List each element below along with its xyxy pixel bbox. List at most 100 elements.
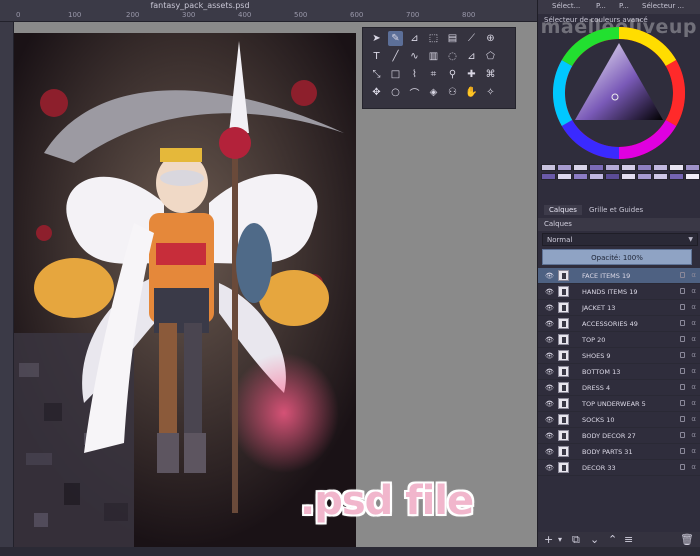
eye-icon[interactable]: 👁	[545, 272, 554, 280]
layer-row[interactable]: 👁 DRESS 4 α	[538, 380, 700, 396]
eye-icon[interactable]: 👁	[545, 368, 554, 376]
contiguous-select-icon[interactable]: ⊕	[483, 31, 498, 46]
lock-icon[interactable]	[680, 288, 685, 294]
chevron-down-icon[interactable]: ▾	[558, 535, 562, 544]
eye-icon[interactable]: 👁	[545, 352, 554, 360]
canvas-area[interactable]: fantasy_pack_assets.psd 0 100 200 300 40…	[0, 0, 537, 547]
layer-row[interactable]: 👁 SOCKS 10 α	[538, 412, 700, 428]
layer-thumbnail	[558, 350, 569, 361]
alpha-lock-icon[interactable]: α	[691, 399, 696, 407]
color-picker-icon[interactable]: ⊿	[464, 49, 479, 64]
alpha-lock-icon[interactable]: α	[691, 319, 696, 327]
gradient-icon[interactable]: ▥	[426, 49, 441, 64]
layer-row[interactable]: 👁 BODY DECOR 27 α	[538, 428, 700, 444]
freehand-select-icon[interactable]: ⌘	[483, 67, 498, 82]
layer-row[interactable]: 👁 BODY PARTS 31 α	[538, 444, 700, 460]
add-layer-icon[interactable]: +	[544, 533, 553, 546]
alpha-lock-icon[interactable]: α	[691, 335, 696, 343]
eye-icon[interactable]: 👁	[545, 464, 554, 472]
tab-grid-guides[interactable]: Grille et Guides	[584, 205, 648, 215]
eye-icon[interactable]: 👁	[545, 400, 554, 408]
pan-tool-icon[interactable]: ✋	[464, 85, 479, 100]
lock-icon[interactable]	[680, 320, 685, 326]
eye-icon[interactable]: 👁	[545, 448, 554, 456]
color-wheel[interactable]	[552, 26, 686, 160]
measure-icon[interactable]: ⚲	[445, 67, 460, 82]
eye-icon[interactable]: 👁	[545, 384, 554, 392]
alpha-lock-icon[interactable]: α	[691, 287, 696, 295]
alpha-lock-icon[interactable]: α	[691, 463, 696, 471]
fill-icon[interactable]: ▤	[445, 31, 460, 46]
assistant-icon[interactable]: ✚	[464, 67, 479, 82]
layer-row[interactable]: 👁 TOP 20 α	[538, 332, 700, 348]
lock-icon[interactable]	[680, 384, 685, 390]
eye-icon[interactable]: 👁	[545, 288, 554, 296]
alpha-lock-icon[interactable]: α	[691, 431, 696, 439]
select-arrow-icon[interactable]: ➤	[369, 31, 384, 46]
rect-select-icon[interactable]: ⬚	[426, 31, 441, 46]
move-layer-down-icon[interactable]: ⌄	[590, 533, 599, 546]
alpha-lock-icon[interactable]: α	[691, 447, 696, 455]
lock-icon[interactable]	[680, 368, 685, 374]
text-tool-icon[interactable]: T	[369, 49, 384, 64]
bezier-icon[interactable]: ⌇	[407, 67, 422, 82]
lock-icon[interactable]	[680, 352, 685, 358]
blend-mode-select[interactable]: Normal ▼	[542, 233, 698, 246]
polyline-icon[interactable]: ⌒	[407, 85, 422, 100]
line-tool-icon[interactable]: ╱	[388, 49, 403, 64]
color-history-swatches[interactable]	[541, 164, 700, 188]
alpha-lock-icon[interactable]: α	[691, 351, 696, 359]
layer-row[interactable]: 👁 ACCESSORIES 49 α	[538, 316, 700, 332]
calligraphy-icon[interactable]: ∿	[407, 49, 422, 64]
layer-row[interactable]: 👁 HANDS ITEMS 19 α	[538, 284, 700, 300]
lock-icon[interactable]	[680, 272, 685, 278]
polygon-select-icon[interactable]: ⬠	[483, 49, 498, 64]
move-tool-icon[interactable]: ✥	[369, 85, 384, 100]
alpha-lock-icon[interactable]: α	[691, 415, 696, 423]
layer-row[interactable]: 👁 JACKET 13 α	[538, 300, 700, 316]
lock-icon[interactable]	[680, 336, 685, 342]
alpha-lock-icon[interactable]: α	[691, 367, 696, 375]
layer-row[interactable]: 👁 TOP UNDERWEAR 5 α	[538, 396, 700, 412]
delete-layer-icon[interactable]: 🗑	[680, 533, 694, 546]
transform-icon[interactable]: ⤡	[369, 67, 384, 82]
lock-icon[interactable]	[680, 400, 685, 406]
dock-tab[interactable]: P...	[596, 2, 606, 10]
rectangle-tool-icon[interactable]: □	[388, 67, 403, 82]
alpha-lock-icon[interactable]: α	[691, 303, 696, 311]
eye-icon[interactable]: 👁	[545, 336, 554, 344]
dock-tab[interactable]: Sélect...	[552, 2, 580, 10]
eyedropper-icon[interactable]: ⟋	[464, 31, 479, 46]
tab-layers[interactable]: Calques	[544, 205, 582, 215]
ruler-number: 700	[406, 11, 420, 19]
layer-row[interactable]: 👁 BOTTOM 13 α	[538, 364, 700, 380]
layer-properties-icon[interactable]: ≡	[624, 533, 633, 546]
move-layer-up-icon[interactable]: ⌃	[608, 533, 617, 546]
layer-row[interactable]: 👁 FACE ITEMS 19 α	[538, 268, 700, 284]
eye-icon[interactable]: 👁	[545, 416, 554, 424]
ellipse-tool-icon[interactable]: ○	[388, 85, 403, 100]
lock-icon[interactable]	[680, 448, 685, 454]
lock-icon[interactable]	[680, 432, 685, 438]
alpha-lock-icon[interactable]: α	[691, 271, 696, 279]
opacity-slider[interactable]: Opacité: 100%	[542, 249, 692, 265]
lock-icon[interactable]	[680, 304, 685, 310]
eye-icon[interactable]: 👁	[545, 320, 554, 328]
dock-tab[interactable]: Sélecteur ...	[642, 2, 684, 10]
smart-patch-icon[interactable]: ◈	[426, 85, 441, 100]
alpha-lock-icon[interactable]: α	[691, 383, 696, 391]
lock-icon[interactable]	[680, 464, 685, 470]
crop-icon[interactable]: ⌗	[426, 67, 441, 82]
duplicate-layer-icon[interactable]: ⧉	[572, 533, 580, 547]
layer-row[interactable]: 👁 SHOES 9 α	[538, 348, 700, 364]
zoom-tool-icon[interactable]: ⚇	[445, 85, 460, 100]
lock-icon[interactable]	[680, 416, 685, 422]
layer-row[interactable]: 👁 DECOR 33 α	[538, 460, 700, 476]
eye-icon[interactable]: 👁	[545, 304, 554, 312]
eye-icon[interactable]: 👁	[545, 432, 554, 440]
freehand-brush-icon[interactable]: ✎	[388, 31, 403, 46]
magnetic-select-icon[interactable]: ✧	[483, 85, 498, 100]
ellipse-select-icon[interactable]: ◌	[445, 49, 460, 64]
dock-tab[interactable]: P...	[619, 2, 629, 10]
path-tool-icon[interactable]: ⊿	[407, 31, 422, 46]
